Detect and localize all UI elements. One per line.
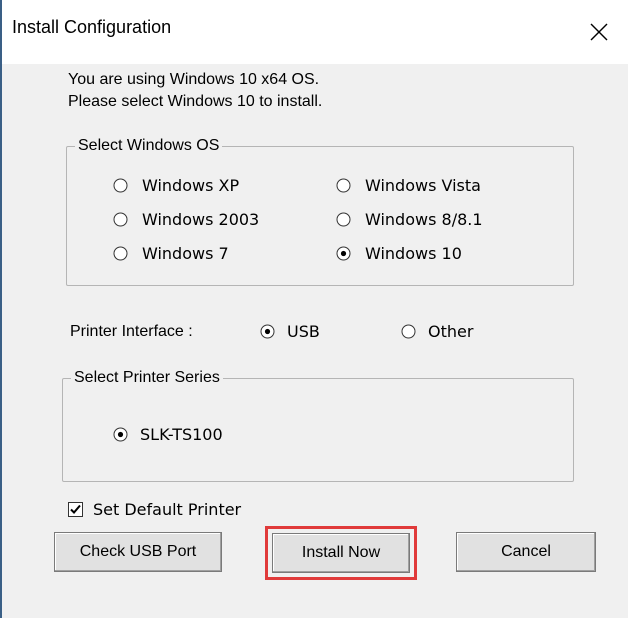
radio-windows-10[interactable]: Windows 10	[336, 244, 462, 263]
radio-windows-vista[interactable]: Windows Vista	[336, 176, 481, 195]
radio-label: Windows Vista	[365, 176, 481, 195]
install-configuration-dialog: Install Configuration You are using Wind…	[0, 0, 628, 618]
radio-slk-ts100[interactable]: SLK-TS100	[113, 425, 223, 444]
check-usb-port-button[interactable]: Check USB Port	[54, 532, 222, 572]
radio-windows-xp[interactable]: Windows XP	[113, 176, 239, 195]
checkbox-label: Set Default Printer	[93, 500, 242, 519]
radio-windows-2003[interactable]: Windows 2003	[113, 210, 259, 229]
radio-button-icon	[113, 246, 128, 261]
info-line-instruction: Please select Windows 10 to install.	[68, 93, 323, 110]
radio-label: Windows 8/8.1	[365, 210, 483, 229]
radio-windows-8[interactable]: Windows 8/8.1	[336, 210, 483, 229]
radio-label: Other	[428, 322, 474, 341]
radio-selected-icon	[113, 427, 128, 442]
radio-button-icon	[401, 324, 416, 339]
radio-interface-usb[interactable]: USB	[260, 322, 320, 341]
radio-label: USB	[287, 322, 320, 341]
info-message: You are using Windows 10 x64 OS. Please …	[68, 69, 322, 113]
close-button[interactable]	[570, 0, 628, 64]
radio-label: Windows 10	[365, 244, 462, 263]
printer-series-legend: Select Printer Series	[71, 368, 223, 388]
radio-button-icon	[113, 178, 128, 193]
checkmark-icon	[70, 504, 81, 514]
close-icon	[590, 23, 608, 41]
radio-button-icon	[113, 212, 128, 227]
checkbox-box	[68, 502, 83, 517]
radio-windows-7[interactable]: Windows 7	[113, 244, 229, 263]
radio-label: Windows XP	[142, 176, 240, 195]
radio-selected-icon	[336, 246, 351, 261]
install-now-button[interactable]: Install Now	[272, 533, 410, 573]
radio-button-icon	[336, 212, 351, 227]
radio-label: SLK-TS100	[140, 425, 223, 444]
printer-interface-label: Printer Interface :	[70, 323, 193, 340]
radio-button-icon	[336, 178, 351, 193]
radio-label: Windows 7	[142, 244, 229, 263]
radio-interface-other[interactable]: Other	[401, 322, 473, 341]
windows-os-legend: Select Windows OS	[75, 136, 223, 156]
radio-selected-icon	[260, 324, 275, 339]
radio-label: Windows 2003	[142, 210, 260, 229]
info-line-os: You are using Windows 10 x64 OS.	[68, 71, 320, 88]
cancel-button[interactable]: Cancel	[456, 532, 596, 572]
set-default-printer-checkbox[interactable]: Set Default Printer	[68, 500, 241, 519]
window-title: Install Configuration	[12, 17, 172, 37]
title-bar[interactable]: Install Configuration	[2, 0, 628, 64]
